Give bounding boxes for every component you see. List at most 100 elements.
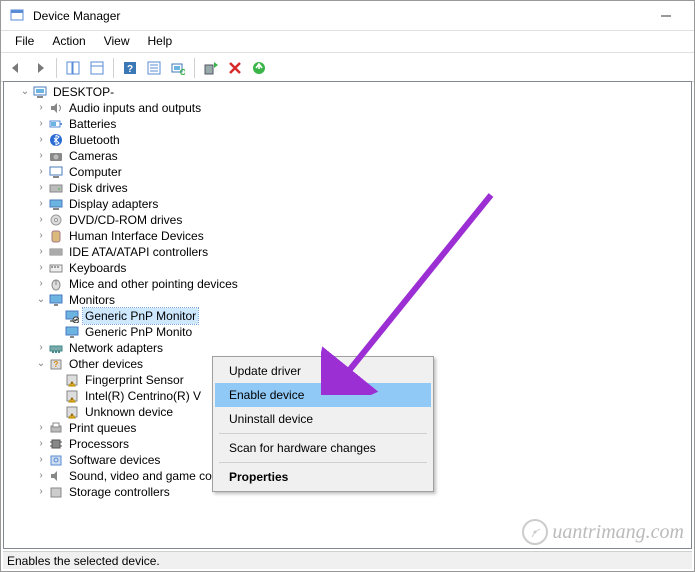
mouse-icon: [48, 276, 64, 292]
node-label: Display adapters: [67, 196, 160, 212]
chevron-right-icon[interactable]: ›: [34, 341, 48, 355]
chevron-right-icon[interactable]: ›: [34, 277, 48, 291]
tree-node-monitor1[interactable]: Generic PnP Monitor: [4, 308, 691, 324]
storage-icon: [48, 484, 64, 500]
menu-view[interactable]: View: [96, 32, 138, 50]
tree-node-bluetooth[interactable]: › Bluetooth: [4, 132, 691, 148]
battery-icon: [48, 116, 64, 132]
svg-text:?: ?: [127, 64, 133, 75]
chevron-down-icon[interactable]: ⌄: [34, 293, 48, 307]
display-adapter-icon: [48, 196, 64, 212]
computer-icon: [32, 84, 48, 100]
tree-node-monitor2[interactable]: Generic PnP Monito: [4, 324, 691, 340]
ide-icon: [48, 244, 64, 260]
ctx-update-driver[interactable]: Update driver: [215, 359, 431, 383]
properties-button[interactable]: [86, 57, 108, 79]
chevron-right-icon[interactable]: ›: [34, 149, 48, 163]
tree-node-disk-drives[interactable]: ›Disk drives: [4, 180, 691, 196]
tree-root[interactable]: ⌄ DESKTOP-: [4, 84, 691, 100]
chevron-right-icon[interactable]: ›: [34, 421, 48, 435]
chevron-right-icon[interactable]: ›: [34, 437, 48, 451]
node-label: Computer: [67, 164, 124, 180]
tree-node-audio[interactable]: ›Audio inputs and outputs: [4, 100, 691, 116]
other-devices-icon: ?: [48, 356, 64, 372]
chevron-right-icon[interactable]: ›: [34, 165, 48, 179]
chevron-right-icon[interactable]: ›: [34, 117, 48, 131]
svg-text:?: ?: [54, 360, 59, 369]
menu-action[interactable]: Action: [44, 32, 93, 50]
statusbar: Enables the selected device.: [3, 551, 692, 569]
tree-node-network[interactable]: › Network adapters: [4, 340, 691, 356]
keyboard-icon: [48, 260, 64, 276]
dvd-icon: [48, 212, 64, 228]
tree-node-monitors[interactable]: ⌄ Monitors: [4, 292, 691, 308]
audio-icon: [48, 100, 64, 116]
monitor-icon: [64, 324, 80, 340]
forward-button[interactable]: [29, 57, 51, 79]
chevron-down-icon[interactable]: ⌄: [34, 357, 48, 371]
node-label: Keyboards: [67, 260, 128, 276]
back-button[interactable]: [5, 57, 27, 79]
chevron-right-icon[interactable]: ›: [34, 245, 48, 259]
node-label: Mice and other pointing devices: [67, 276, 240, 292]
tree-node-hid[interactable]: › Human Interface Devices: [4, 228, 691, 244]
computer-icon: [48, 164, 64, 180]
node-label: Software devices: [67, 452, 162, 468]
help-button[interactable]: ?: [119, 57, 141, 79]
update-driver-button[interactable]: [200, 57, 222, 79]
node-label: Monitors: [67, 292, 117, 308]
monitor-icon: [48, 292, 64, 308]
action-list-button[interactable]: [143, 57, 165, 79]
ctx-separator: [219, 462, 427, 463]
minimize-button[interactable]: [646, 2, 686, 30]
node-label: Bluetooth: [67, 132, 122, 148]
ctx-enable-device[interactable]: Enable device: [215, 383, 431, 407]
chevron-right-icon[interactable]: ›: [34, 229, 48, 243]
tree-node-mice[interactable]: › Mice and other pointing devices: [4, 276, 691, 292]
menu-help[interactable]: Help: [140, 32, 181, 50]
monitor-disabled-icon: [64, 308, 80, 324]
uninstall-button[interactable]: [224, 57, 246, 79]
tree-node-keyboards[interactable]: › Keyboards: [4, 260, 691, 276]
tree-node-display[interactable]: › Display adapters: [4, 196, 691, 212]
tree-node-dvd[interactable]: › DVD/CD-ROM drives: [4, 212, 691, 228]
disk-icon: [48, 180, 64, 196]
node-label: Network adapters: [67, 340, 165, 356]
chevron-right-icon[interactable]: ›: [34, 133, 48, 147]
toolbar: ?: [1, 54, 694, 82]
scan-hardware-button[interactable]: [167, 57, 189, 79]
node-label: Other devices: [67, 356, 145, 372]
warning-device-icon: !: [64, 372, 80, 388]
node-label: Cameras: [67, 148, 120, 164]
ctx-scan-hardware[interactable]: Scan for hardware changes: [215, 436, 431, 460]
node-label: Processors: [67, 436, 131, 452]
chevron-right-icon[interactable]: ›: [34, 485, 48, 499]
processor-icon: [48, 436, 64, 452]
chevron-down-icon[interactable]: ⌄: [18, 85, 32, 99]
node-label: DVD/CD-ROM drives: [67, 212, 184, 228]
printer-icon: [48, 420, 64, 436]
node-label: IDE ATA/ATAPI controllers: [67, 244, 210, 260]
tree-node-ide[interactable]: › IDE ATA/ATAPI controllers: [4, 244, 691, 260]
tree-node-batteries[interactable]: › Batteries: [4, 116, 691, 132]
chevron-right-icon[interactable]: ›: [34, 101, 48, 115]
show-hide-tree-button[interactable]: [62, 57, 84, 79]
ctx-uninstall-device[interactable]: Uninstall device: [215, 407, 431, 431]
chevron-right-icon[interactable]: ›: [34, 197, 48, 211]
tree-node-computer[interactable]: › Computer: [4, 164, 691, 180]
node-label: Batteries: [67, 116, 118, 132]
chevron-right-icon[interactable]: ›: [34, 181, 48, 195]
node-label: Human Interface Devices: [67, 228, 206, 244]
tree-node-cameras[interactable]: › Cameras: [4, 148, 691, 164]
menu-file[interactable]: File: [7, 32, 42, 50]
chevron-right-icon[interactable]: ›: [34, 469, 48, 483]
node-label: Generic PnP Monitor: [83, 308, 198, 324]
enable-button[interactable]: [248, 57, 270, 79]
chevron-right-icon[interactable]: ›: [34, 213, 48, 227]
app-icon: [9, 8, 25, 24]
node-label: Fingerprint Sensor: [83, 372, 186, 388]
toolbar-separator: [113, 58, 114, 78]
ctx-properties[interactable]: Properties: [215, 465, 431, 489]
chevron-right-icon[interactable]: ›: [34, 261, 48, 275]
chevron-right-icon[interactable]: ›: [34, 453, 48, 467]
